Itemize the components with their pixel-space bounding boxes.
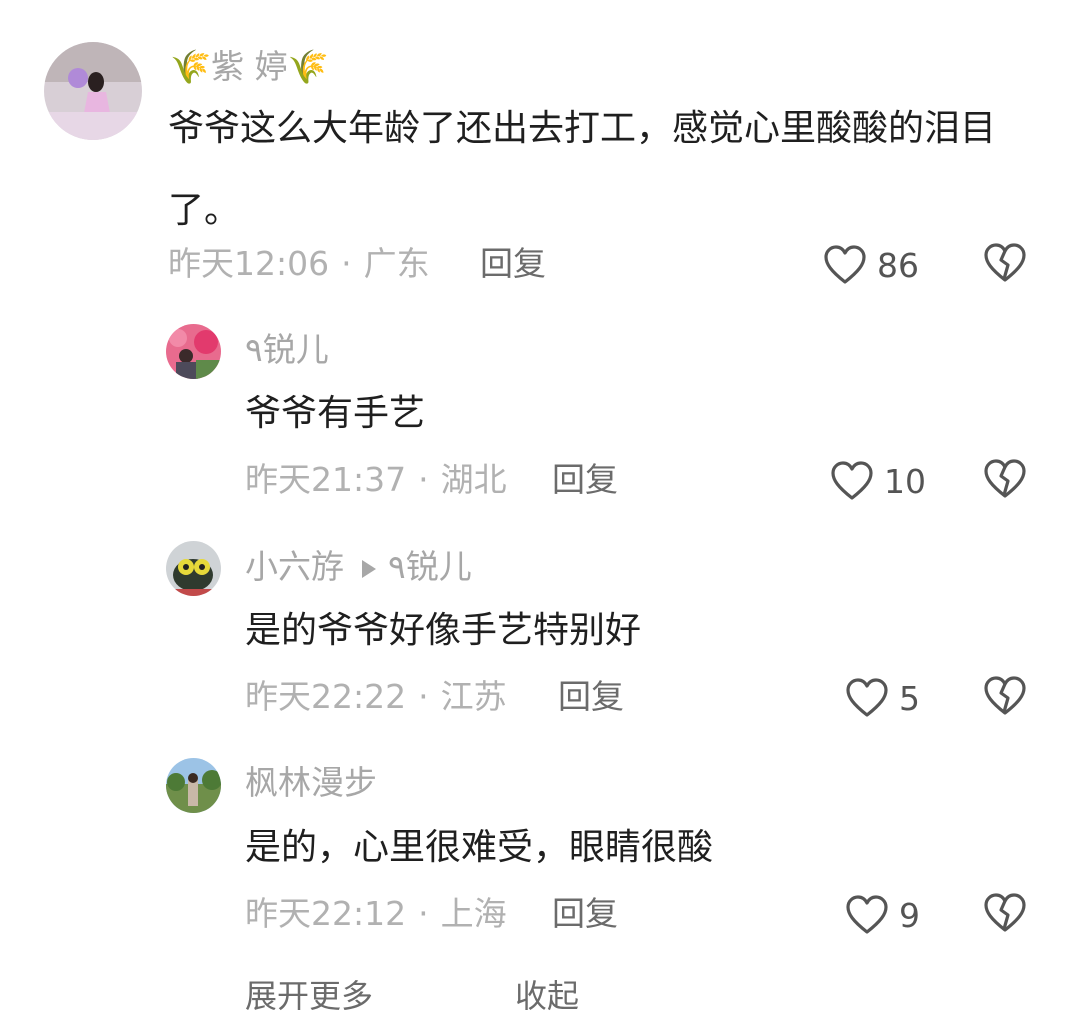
location: 广东 [363,244,430,283]
like-count: 9 [899,895,920,935]
separator-dot: · [418,677,429,716]
dislike-button[interactable] [983,893,1027,933]
separator-dot: · [341,244,352,283]
broken-heart-icon [983,676,1027,716]
separator-dot: · [418,460,429,499]
collapse-button[interactable]: 收起 [515,980,579,1012]
like-button[interactable]: 9 [845,893,920,937]
reply-target-username[interactable]: ٩锐儿 [388,547,472,586]
comment-meta: 昨天22:22 · 江苏 [245,680,507,713]
comment-top-level: 🌾紫 婷🌾 爷爷这么大年龄了还出去打工，感觉心里酸酸的泪目了。 昨天12:06 ·… [0,0,1080,300]
username-with-reply-target: 小六斿 ٩锐儿 [245,550,472,583]
like-count: 5 [899,678,920,718]
comment-meta: 昨天12:06 · 广东 [168,247,430,280]
avatar[interactable] [166,324,221,379]
like-count: 10 [884,461,926,501]
reply-button[interactable]: 回复 [552,463,618,496]
avatar[interactable] [166,758,221,813]
broken-heart-icon [983,893,1027,933]
dislike-button[interactable] [983,676,1027,716]
reply-button[interactable]: 回复 [558,680,624,713]
like-button[interactable]: 5 [845,676,920,720]
like-count: 86 [877,245,919,285]
comment-text: 是的爷爷好像手艺特别好 [245,610,642,651]
username[interactable]: 🌾紫 婷🌾 [170,50,329,83]
like-button[interactable]: 10 [830,459,926,503]
location: 上海 [440,894,507,933]
timestamp: 昨天22:12 [245,894,407,933]
like-button[interactable]: 86 [823,243,919,287]
comment-text: 爷爷有手艺 [245,393,426,434]
username[interactable]: ٩锐儿 [245,333,329,366]
username[interactable]: 枫林漫步 [245,766,377,799]
timestamp: 昨天21:37 [245,460,407,499]
heart-outline-icon [830,461,874,501]
avatar[interactable] [166,541,221,596]
dislike-button[interactable] [983,243,1027,283]
timestamp: 昨天12:06 [168,244,330,283]
location: 江苏 [440,677,507,716]
reply-button[interactable]: 回复 [480,247,546,280]
broken-heart-icon [983,243,1027,283]
timestamp: 昨天22:22 [245,677,407,716]
thread-footer: 展开更多 收起 [0,980,1080,1012]
comment-meta: 昨天21:37 · 湖北 [245,463,507,496]
reply-button[interactable]: 回复 [552,897,618,930]
comment-text: 爷爷这么大年龄了还出去打工，感觉心里酸酸的泪目了。 [168,108,997,231]
heart-outline-icon [845,895,889,935]
comment-text: 是的，心里很难受，眼睛很酸 [245,827,714,868]
avatar[interactable] [44,42,142,140]
location: 湖北 [440,460,507,499]
username[interactable]: 小六斿 [245,547,344,586]
expand-more-button[interactable]: 展开更多 [245,980,373,1012]
heart-outline-icon [823,245,867,285]
heart-outline-icon [845,678,889,718]
broken-heart-icon [983,459,1027,499]
comment-meta: 昨天22:12 · 上海 [245,897,507,930]
separator-dot: · [418,894,429,933]
dislike-button[interactable] [983,459,1027,499]
triangle-right-icon [362,559,376,578]
